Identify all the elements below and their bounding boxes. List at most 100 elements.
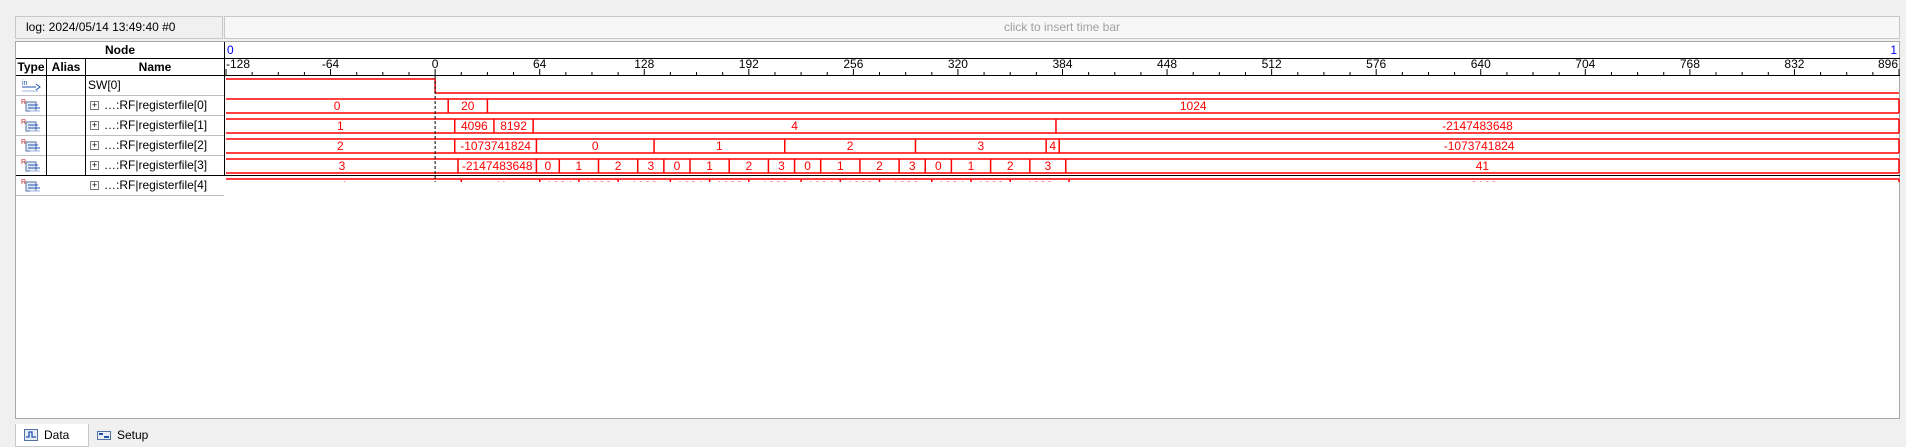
ruler-tick-label: 512 bbox=[1262, 57, 1282, 71]
alias-cell[interactable] bbox=[47, 116, 85, 136]
bus-value-label: 0 bbox=[545, 159, 552, 173]
ruler-tick-label: 320 bbox=[948, 57, 968, 71]
expand-icon[interactable]: + bbox=[90, 161, 99, 170]
bus-value-label: 0 bbox=[674, 159, 681, 173]
bus-value-label: -2147483648 bbox=[1442, 119, 1513, 133]
log-label: log: 2024/05/14 13:49:40 #0 bbox=[15, 16, 223, 39]
bus-value-label: 1 bbox=[576, 159, 583, 173]
bus-value-label: 1028 bbox=[716, 179, 743, 182]
ruler-tick-label: 256 bbox=[843, 57, 863, 71]
input-pin-icon: in bbox=[16, 76, 46, 96]
node-header: Node bbox=[16, 42, 224, 58]
bus-value-label: -1073741824 bbox=[460, 139, 531, 153]
bus-value-label: 1032 bbox=[762, 179, 789, 182]
bus-value-label: 1032 bbox=[892, 179, 919, 182]
bus-value-label: 2 bbox=[745, 159, 752, 173]
bus-value-label: 2 bbox=[1007, 159, 1014, 173]
bus-output-icon: R bbox=[16, 116, 46, 136]
svg-text:R: R bbox=[21, 159, 26, 166]
signal-name: SW[0] bbox=[88, 78, 121, 92]
bus-value-label: 4096 bbox=[461, 119, 488, 133]
bus-value-label: 1024 bbox=[938, 179, 965, 182]
ruler-tick-label: 192 bbox=[739, 57, 759, 71]
cursor-left-label: 0 bbox=[227, 43, 234, 57]
signal-name-cell[interactable]: + …:RF|registerfile[0] bbox=[86, 96, 224, 116]
signal-name-cell[interactable]: SW[0] bbox=[86, 76, 224, 96]
bus-value-label: 1 bbox=[706, 159, 713, 173]
ruler-tick-label: 448 bbox=[1157, 57, 1177, 71]
bus-value-label: 3 bbox=[339, 159, 346, 173]
bus-output-icon: R bbox=[16, 176, 46, 196]
signal-name-cell[interactable]: + …:RF|registerfile[2] bbox=[86, 136, 224, 156]
bus-value-label: 41 bbox=[1476, 159, 1490, 173]
waveform-area[interactable]: 0 1-128 -64 0 64 128 192 256 320 384 448 512 576 640 7… bbox=[225, 42, 1900, 182]
expand-icon[interactable]: + bbox=[90, 121, 99, 130]
signal-name: …:RF|registerfile[0] bbox=[104, 98, 208, 112]
svg-text:R: R bbox=[21, 119, 26, 126]
svg-text:R: R bbox=[21, 179, 26, 186]
bus-value-label: 1 bbox=[968, 159, 975, 173]
ruler-tick-label: -128 bbox=[226, 57, 250, 71]
ruler-tick-label: 832 bbox=[1784, 57, 1804, 71]
bus-value-label: 1032 bbox=[1026, 179, 1053, 182]
bus-value-label: 1 bbox=[837, 159, 844, 173]
bus-value-label: 0 bbox=[935, 159, 942, 173]
waveform-panel: Node Type Alias Name in SW[0] R + …:RF|regis… bbox=[15, 41, 1900, 419]
bus-value-label: 3 bbox=[909, 159, 916, 173]
bus-value-label: 20 bbox=[461, 99, 475, 113]
tab-data-label: Data bbox=[44, 428, 70, 442]
signal-name: …:RF|registerfile[1] bbox=[104, 118, 208, 132]
alias-column-header[interactable]: Alias bbox=[47, 59, 85, 75]
signal-name-cell[interactable]: + …:RF|registerfile[4] bbox=[86, 176, 224, 196]
expand-icon[interactable]: + bbox=[90, 101, 99, 110]
bus-output-icon: R bbox=[16, 156, 46, 176]
bus-value-label: 3 bbox=[647, 159, 654, 173]
bus-value-label: 41 bbox=[494, 179, 508, 182]
bus-value-label: 1024 bbox=[546, 179, 573, 182]
expand-icon[interactable]: + bbox=[90, 141, 99, 150]
bus-value-label: 2 bbox=[615, 159, 622, 173]
bus-value-label: 0 bbox=[334, 99, 341, 113]
bus-value-label: 1 bbox=[716, 139, 723, 153]
ruler-tick-label: 704 bbox=[1575, 57, 1595, 71]
bus-value-label: 0 bbox=[592, 139, 599, 153]
bus-value-label: 1024 bbox=[807, 179, 834, 182]
tab-data[interactable]: Data bbox=[15, 424, 89, 447]
bus-value-label: 2 bbox=[876, 159, 883, 173]
setup-icon bbox=[97, 431, 111, 440]
expand-icon[interactable]: + bbox=[90, 181, 99, 190]
bus-value-label: 1028 bbox=[847, 179, 874, 182]
signal-name-cell[interactable]: + …:RF|registerfile[1] bbox=[86, 116, 224, 136]
bus-value-label: 1 bbox=[337, 119, 344, 133]
bus-value-label: 2 bbox=[337, 139, 344, 153]
alias-cell[interactable] bbox=[47, 156, 85, 176]
alias-cell[interactable] bbox=[47, 96, 85, 116]
bus-value-label: 1028 bbox=[977, 179, 1004, 182]
signal-name-cell[interactable]: + …:RF|registerfile[3] bbox=[86, 156, 224, 176]
bus-value-label: 3 bbox=[1044, 159, 1051, 173]
alias-cell[interactable] bbox=[47, 136, 85, 156]
time-bar-insert-area[interactable]: click to insert time bar bbox=[224, 16, 1900, 39]
signal-name: …:RF|registerfile[4] bbox=[104, 178, 208, 192]
bus-value-label: 8192 bbox=[500, 119, 527, 133]
bus-output-icon: R bbox=[16, 136, 46, 156]
ruler-tick-label: 64 bbox=[533, 57, 547, 71]
signal-name: …:RF|registerfile[2] bbox=[104, 138, 208, 152]
bus-value-label: -2147483648 bbox=[462, 159, 533, 173]
name-column-header[interactable]: Name bbox=[86, 59, 224, 75]
ruler-tick-label: 896 bbox=[1878, 57, 1898, 71]
cursor-right-label: 1 bbox=[1890, 43, 1897, 57]
bus-value-label: 4 bbox=[1049, 139, 1056, 153]
ruler-tick-label: 576 bbox=[1366, 57, 1386, 71]
type-column-header[interactable]: Type bbox=[16, 59, 46, 75]
bus-value-label: -1073741824 bbox=[1444, 139, 1515, 153]
svg-text:in: in bbox=[22, 80, 28, 87]
ruler-tick-label: -64 bbox=[322, 57, 340, 71]
ruler-tick-label: 128 bbox=[634, 57, 654, 71]
bus-value-label: 2 bbox=[847, 139, 854, 153]
alias-cell[interactable] bbox=[47, 176, 85, 196]
bus-value-label: 1032 bbox=[631, 179, 658, 182]
alias-cell[interactable] bbox=[47, 76, 85, 96]
bus-output-icon: R bbox=[16, 96, 46, 116]
tab-setup[interactable]: Setup bbox=[89, 424, 175, 447]
